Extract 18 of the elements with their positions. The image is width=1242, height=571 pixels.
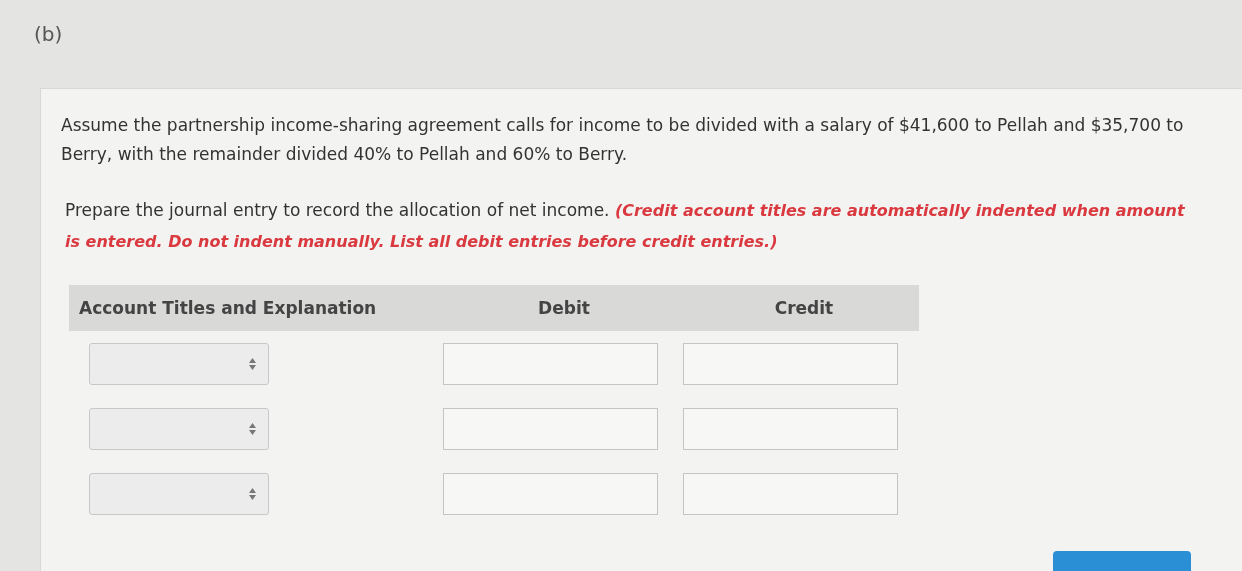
account-select[interactable]	[89, 407, 269, 450]
account-select[interactable]	[89, 342, 269, 385]
column-header: Debit	[537, 298, 591, 318]
column-header: Account Titles and Explanation	[78, 298, 378, 318]
question-text: Assume the partnership income-sharing agreement calls for income to be divided with a salary of $41,600 to Pellah and $35,700 to Berry, with the remainder divided 40% to Pellah and 60% to Berry.	[61, 114, 1185, 166]
debit-field[interactable]	[443, 342, 658, 385]
select-arrows-icon	[249, 422, 256, 435]
instruction-text: Prepare the journal entry to record the allocation of net income. (Credit account titles are automatically indented when amount is entered. Do not indent manually. List all debit entries before credit entries.)	[65, 199, 1186, 253]
credit-field[interactable]	[683, 342, 898, 385]
select-arrows-icon	[249, 487, 256, 500]
credit-field[interactable]	[683, 407, 898, 450]
debit-field[interactable]	[443, 472, 658, 515]
account-select[interactable]	[89, 472, 269, 515]
select-arrows-icon	[249, 357, 256, 370]
debit-field[interactable]	[443, 407, 658, 450]
credit-field[interactable]	[683, 472, 898, 515]
column-header: Credit	[773, 298, 835, 318]
part-label: (b)	[34, 22, 63, 46]
